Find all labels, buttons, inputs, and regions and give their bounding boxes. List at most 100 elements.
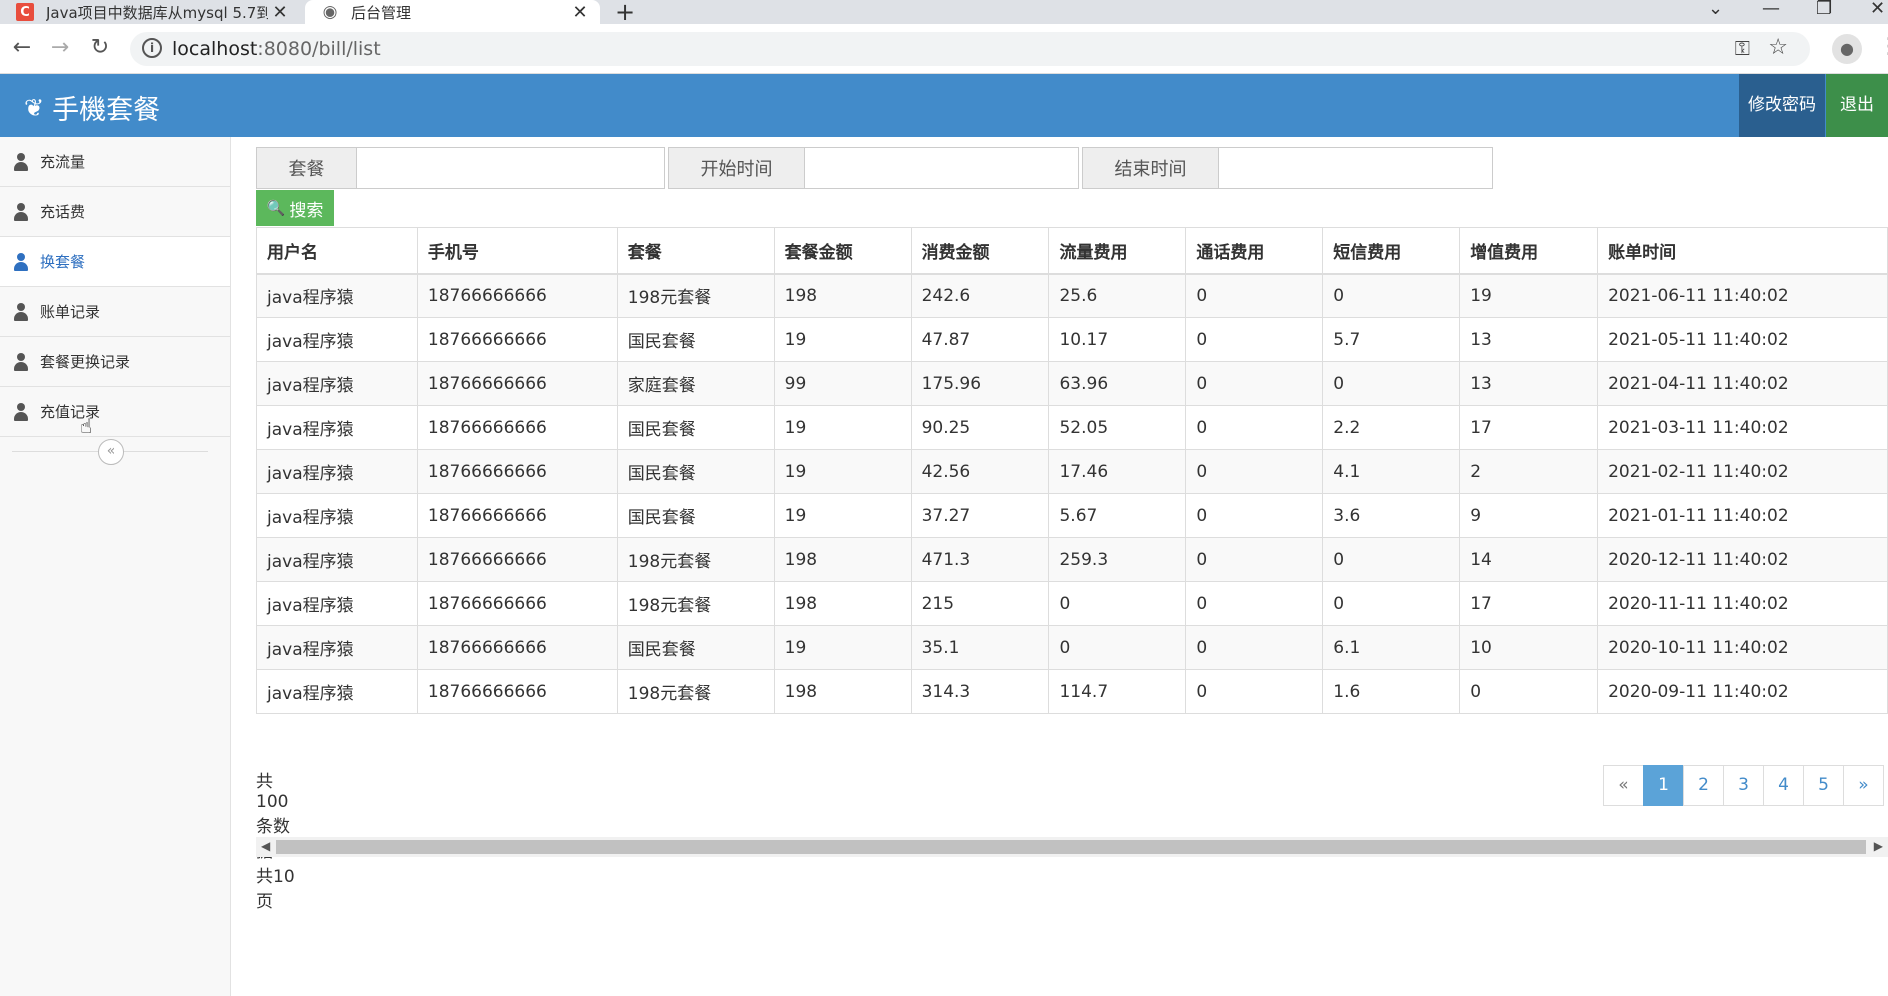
back-icon[interactable]: ← <box>8 35 36 60</box>
table-cell: 6.1 <box>1322 625 1461 670</box>
prev-page-button[interactable]: « <box>1603 765 1644 806</box>
table-cell: 314.3 <box>910 669 1050 714</box>
end-time-label: 结束时间 <box>1082 147 1218 189</box>
table-cell: 5.7 <box>1322 317 1461 362</box>
table-cell: 2021-03-11 11:40:02 <box>1597 405 1888 450</box>
table-cell: 198 <box>773 537 912 582</box>
table-row: java程序猿 18766666666 198元套餐 198 242.6 25.6 0 0 19… <box>256 273 1888 318</box>
table-cell: 国民套餐 <box>616 449 775 494</box>
page-button[interactable]: 5 <box>1803 765 1844 806</box>
minimize-icon[interactable]: — <box>1762 0 1780 19</box>
table-cell: java程序猿 <box>256 405 418 450</box>
table-cell: 14 <box>1459 537 1599 582</box>
sidebar-item-change-package[interactable]: 换套餐 <box>0 237 230 287</box>
window-close-icon[interactable]: ✕ <box>1870 0 1885 19</box>
globe-favicon-icon: ◉ <box>322 2 338 22</box>
table-cell: java程序猿 <box>256 361 418 406</box>
scrollbar-thumb[interactable] <box>276 840 1866 854</box>
sidebar-collapse-icon[interactable]: « <box>98 439 124 465</box>
scroll-right-icon[interactable]: ▶ <box>1874 839 1883 853</box>
table-cell: 18766666666 <box>416 273 618 318</box>
change-password-button[interactable]: 修改密码 <box>1739 74 1825 137</box>
column-header: 手机号 <box>416 227 618 275</box>
column-header: 流量费用 <box>1048 227 1187 275</box>
table-row: java程序猿 18766666666 国民套餐 19 37.27 5.67 0 3.6 9 20… <box>256 493 1888 538</box>
site-info-icon[interactable]: i <box>142 38 162 58</box>
page-button[interactable]: 2 <box>1683 765 1724 806</box>
end-time-filter: 结束时间 <box>1082 147 1493 189</box>
table-cell: 0 <box>1322 581 1461 626</box>
brand[interactable]: ❦ 手機套餐 <box>24 88 160 127</box>
table-cell: 198元套餐 <box>616 537 775 582</box>
table-cell: 19 <box>1459 273 1599 318</box>
user-icon <box>12 302 30 321</box>
table-cell: 17.46 <box>1048 449 1187 494</box>
sidebar-item-package-change-records[interactable]: 套餐更换记录 <box>0 337 230 387</box>
bookmark-star-icon[interactable]: ☆ <box>1768 35 1788 60</box>
table-cell: 0 <box>1048 625 1187 670</box>
sidebar-item-recharge-data[interactable]: 充流量 <box>0 137 230 187</box>
tab-close-icon[interactable]: ✕ <box>568 2 592 23</box>
restore-icon[interactable]: ❐ <box>1816 0 1832 19</box>
user-icon <box>12 352 30 371</box>
profile-avatar-icon[interactable]: ● <box>1832 34 1862 64</box>
column-header: 增值费用 <box>1459 227 1599 275</box>
table-cell: 1.6 <box>1322 669 1461 714</box>
table-cell: 2021-04-11 11:40:02 <box>1597 361 1888 406</box>
table-cell: 63.96 <box>1048 361 1187 406</box>
browser-tab-1[interactable]: C Java项目中数据库从mysql 5.7到 ✕ <box>0 0 300 24</box>
end-time-input[interactable] <box>1218 147 1493 189</box>
table-cell: 2021-02-11 11:40:02 <box>1597 449 1888 494</box>
csdn-favicon-icon: C <box>16 3 34 21</box>
table-cell: 198 <box>773 273 912 318</box>
key-icon[interactable]: ⚿ <box>1735 36 1750 60</box>
table-cell: 2021-05-11 11:40:02 <box>1597 317 1888 362</box>
sidebar-item-recharge-records[interactable]: 充值记录 <box>0 387 230 437</box>
table-cell: 99 <box>773 361 912 406</box>
forward-icon[interactable]: → <box>46 35 74 60</box>
search-icon: 🔍 <box>266 199 286 217</box>
table-cell: 0 <box>1185 273 1324 318</box>
tab-close-icon[interactable]: ✕ <box>268 2 292 23</box>
table-cell: 13 <box>1459 361 1599 406</box>
sidebar-item-bill-records[interactable]: 账单记录 <box>0 287 230 337</box>
horizontal-scrollbar[interactable]: ◀ ▶ <box>256 837 1888 857</box>
browser-menu-icon[interactable]: ⋮ <box>1878 34 1888 59</box>
sidebar: 充流量 充话费 换套餐 账单记录 套餐更换记录 充值记录 « ☝ <box>0 137 231 996</box>
page-button[interactable]: 3 <box>1723 765 1764 806</box>
table-cell: 9 <box>1459 493 1599 538</box>
page-button[interactable]: 4 <box>1763 765 1804 806</box>
url-field[interactable]: i localhost:8080/bill/list ⚿ ☆ <box>130 32 1810 66</box>
page-button[interactable]: 1 <box>1643 765 1684 806</box>
table-cell: 0 <box>1185 537 1324 582</box>
table-cell: 19 <box>773 405 912 450</box>
start-time-input[interactable] <box>804 147 1079 189</box>
brand-title: 手機套餐 <box>52 95 161 126</box>
browser-tab-bar: C Java项目中数据库从mysql 5.7到 ✕ ◉ 后台管理 ✕ + ⌄ —… <box>0 0 1888 26</box>
scroll-left-icon[interactable]: ◀ <box>261 839 270 853</box>
table-cell: 18766666666 <box>416 493 618 538</box>
table-cell: 47.87 <box>910 317 1050 362</box>
search-button[interactable]: 🔍 搜索 <box>256 190 334 226</box>
table-row: java程序猿 18766666666 家庭套餐 99 175.96 63.96 0 0 13 2… <box>256 361 1888 406</box>
table-row: java程序猿 18766666666 国民套餐 19 47.87 10.17 0 5.7 13… <box>256 317 1888 362</box>
browser-tab-2[interactable]: ◉ 后台管理 ✕ <box>305 0 600 24</box>
table-cell: 2021-06-11 11:40:02 <box>1597 273 1888 318</box>
tab-search-icon[interactable]: ⌄ <box>1708 0 1723 19</box>
reload-icon[interactable]: ↻ <box>86 35 114 60</box>
package-input[interactable] <box>356 147 665 189</box>
table-cell: 家庭套餐 <box>616 361 775 406</box>
logout-button[interactable]: 退出 <box>1826 74 1888 137</box>
column-header: 套餐金额 <box>773 227 912 275</box>
sidebar-item-label: 换套餐 <box>40 253 86 271</box>
new-tab-icon[interactable]: + <box>615 0 635 26</box>
next-page-button[interactable]: » <box>1843 765 1884 806</box>
table-cell: 90.25 <box>910 405 1050 450</box>
package-filter: 套餐 <box>256 147 665 189</box>
table-row: java程序猿 18766666666 198元套餐 198 314.3 114.7 0 1.… <box>256 669 1888 714</box>
user-icon <box>12 402 30 421</box>
sidebar-item-label: 充流量 <box>40 153 86 171</box>
sidebar-item-label: 账单记录 <box>40 303 101 321</box>
table-cell: 18766666666 <box>416 537 618 582</box>
sidebar-item-recharge-phone[interactable]: 充话费 <box>0 187 230 237</box>
